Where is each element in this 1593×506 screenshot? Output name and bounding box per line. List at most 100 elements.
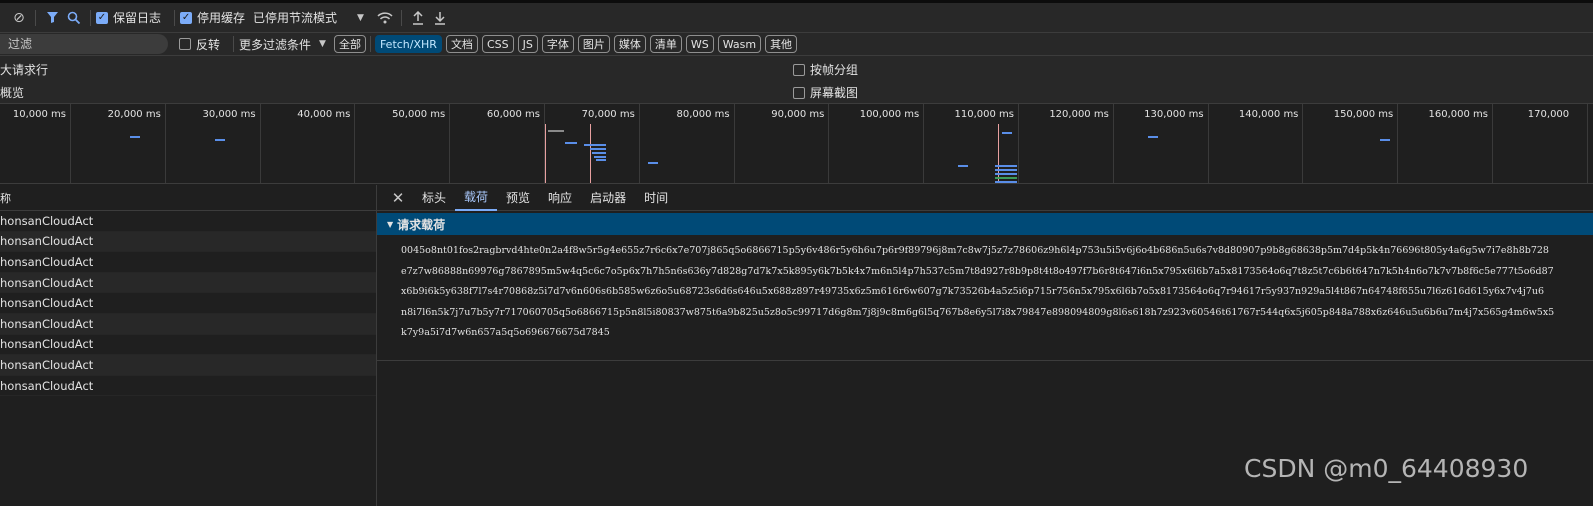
- filter-type-manifest[interactable]: 清单: [649, 35, 682, 53]
- filter-type-media[interactable]: 媒体: [613, 35, 646, 53]
- filter-type-doc[interactable]: 文档: [445, 35, 478, 53]
- timeline-tick-label: 60,000 ms: [486, 109, 540, 120]
- filter-type-fetch-xhr[interactable]: Fetch/XHR: [374, 35, 442, 53]
- timeline-gridline: [1492, 104, 1493, 183]
- name-column-header[interactable]: 称: [0, 185, 376, 211]
- load-event-marker: [590, 124, 591, 183]
- timeline-tick-label: 10,000 ms: [12, 109, 66, 120]
- request-bar: [594, 156, 606, 158]
- filter-type-other[interactable]: 其他: [765, 35, 798, 53]
- request-bar: [995, 181, 1017, 183]
- filter-type-ws[interactable]: WS: [685, 35, 714, 53]
- show-overview-option[interactable]: 概览: [0, 84, 24, 101]
- preserve-log-label: 保留日志: [113, 11, 162, 25]
- request-bar: [995, 165, 1017, 167]
- timeline-tick-label: 30,000 ms: [202, 109, 256, 120]
- tab-payload[interactable]: 载荷: [455, 185, 498, 211]
- export-har-icon[interactable]: [429, 7, 451, 29]
- expand-triangle-icon: ▼: [387, 219, 394, 229]
- throttle-select[interactable]: 已停用节流模式 ▼: [253, 9, 364, 26]
- divider: [233, 36, 235, 52]
- big-request-rows-label: 大请求行: [0, 63, 49, 77]
- table-row[interactable]: honsanCloudAct: [0, 293, 376, 314]
- table-row[interactable]: honsanCloudAct: [0, 355, 376, 376]
- filter-type-img[interactable]: 图片: [577, 35, 610, 53]
- timeline-tick-label: 70,000 ms: [581, 109, 635, 120]
- table-row[interactable]: honsanCloudAct: [0, 252, 376, 273]
- invert-label: 反转: [196, 37, 221, 52]
- request-name: honsanCloudAct: [0, 254, 94, 269]
- throttle-value: 已停用节流模式: [253, 11, 338, 25]
- divider: [369, 36, 371, 52]
- filter-input[interactable]: [0, 34, 168, 54]
- filter-type-wasm[interactable]: Wasm: [717, 35, 762, 53]
- timeline-tick-label: 120,000 ms: [1049, 109, 1109, 120]
- network-toolbar: ⊘ ✓ 保留日志 ✓ 停用缓存 已停用节流模式 ▼: [0, 0, 1593, 33]
- timeline-tick-label: 90,000 ms: [771, 109, 825, 120]
- request-bar: [995, 177, 1017, 179]
- request-name: honsanCloudAct: [0, 337, 94, 352]
- timeline-tick-label: 170,000: [1527, 109, 1570, 120]
- request-bar: [215, 139, 225, 141]
- import-har-icon[interactable]: [407, 7, 429, 29]
- request-name: honsanCloudAct: [0, 275, 94, 290]
- payload-line: k7y9a5i7d7w6n657a5q5o696676675d7845: [401, 327, 610, 338]
- download-icon: [434, 11, 445, 25]
- upload-icon: [412, 10, 423, 25]
- dom-content-loaded-marker: [545, 124, 546, 183]
- group-by-frame-checkbox[interactable]: 按帧分组: [793, 61, 858, 78]
- timeline-tick-label: 160,000 ms: [1428, 109, 1488, 120]
- checkbox-checked-icon: ✓: [96, 11, 108, 24]
- request-bar: [130, 136, 140, 138]
- table-row[interactable]: honsanCloudAct: [0, 376, 376, 397]
- invert-checkbox[interactable]: 反转: [179, 36, 220, 53]
- tab-initiator[interactable]: 启动器: [581, 185, 635, 211]
- divider: [174, 9, 176, 26]
- request-bar: [584, 144, 606, 146]
- more-filters-dropdown[interactable]: 更多过滤条件 ▼: [239, 36, 326, 53]
- request-rows: honsanCloudAct honsanCloudAct honsanClou…: [0, 211, 376, 397]
- tab-response[interactable]: 响应: [539, 185, 581, 211]
- filter-icon[interactable]: [41, 7, 63, 29]
- network-overview[interactable]: 10,000 ms 20,000 ms 30,000 ms 40,000 ms 50,0…: [0, 104, 1593, 184]
- search-icon[interactable]: [63, 7, 85, 29]
- divider: [400, 9, 402, 26]
- tab-timing[interactable]: 时间: [635, 185, 677, 211]
- clear-icon[interactable]: ⊘: [8, 7, 30, 29]
- big-request-rows-option[interactable]: 大请求行: [0, 61, 48, 78]
- tab-preview[interactable]: 预览: [497, 185, 539, 211]
- magnifier-icon: [67, 11, 81, 24]
- filter-type-css[interactable]: CSS: [481, 35, 514, 53]
- preserve-log-checkbox[interactable]: ✓ 保留日志: [96, 9, 161, 26]
- tab-headers[interactable]: 标头: [413, 185, 455, 211]
- request-payload-section-header[interactable]: ▼ 请求载荷: [377, 213, 1593, 235]
- screenshots-label: 屏幕截图: [810, 86, 859, 100]
- filter-type-js[interactable]: JS: [517, 35, 538, 53]
- table-row[interactable]: honsanCloudAct: [0, 313, 376, 335]
- checkbox-unchecked-icon: [793, 86, 805, 99]
- request-bar: [995, 173, 1017, 175]
- checkbox-unchecked-icon: [793, 63, 805, 76]
- request-bar: [590, 148, 606, 150]
- payload-line: 0045o8nt01fos2ragbrvd4hte0n2a4f8w5r5g4e6…: [401, 245, 1549, 256]
- filter-type-all[interactable]: 全部: [333, 35, 366, 53]
- screenshots-checkbox[interactable]: 屏幕截图: [793, 84, 858, 101]
- table-row[interactable]: honsanCloudAct: [0, 231, 376, 253]
- detail-tabs: ✕ 标头 载荷 预览 响应 启动器 时间: [377, 185, 1593, 211]
- section-title: 请求载荷: [397, 217, 446, 232]
- timeline-tick-label: 100,000 ms: [859, 109, 920, 120]
- network-conditions-icon[interactable]: [374, 7, 396, 29]
- table-row[interactable]: honsanCloudAct: [0, 272, 376, 294]
- show-overview-label: 概览: [0, 86, 25, 100]
- table-row[interactable]: honsanCloudAct: [0, 211, 376, 232]
- close-icon[interactable]: ✕: [387, 187, 409, 209]
- request-bar: [1002, 132, 1012, 134]
- more-filters-label: 更多过滤条件: [239, 37, 312, 52]
- filter-type-font[interactable]: 字体: [541, 35, 574, 53]
- timeline-tick-label: 50,000 ms: [392, 109, 446, 120]
- wifi-settings-icon: [377, 11, 393, 23]
- request-bar: [1148, 136, 1158, 138]
- payload-line: x6b9i6k5y638f7l7s4r70868z5i7d7v6n606s6b5…: [401, 286, 1545, 297]
- disable-cache-checkbox[interactable]: ✓ 停用缓存: [180, 9, 245, 26]
- table-row[interactable]: honsanCloudAct: [0, 335, 376, 356]
